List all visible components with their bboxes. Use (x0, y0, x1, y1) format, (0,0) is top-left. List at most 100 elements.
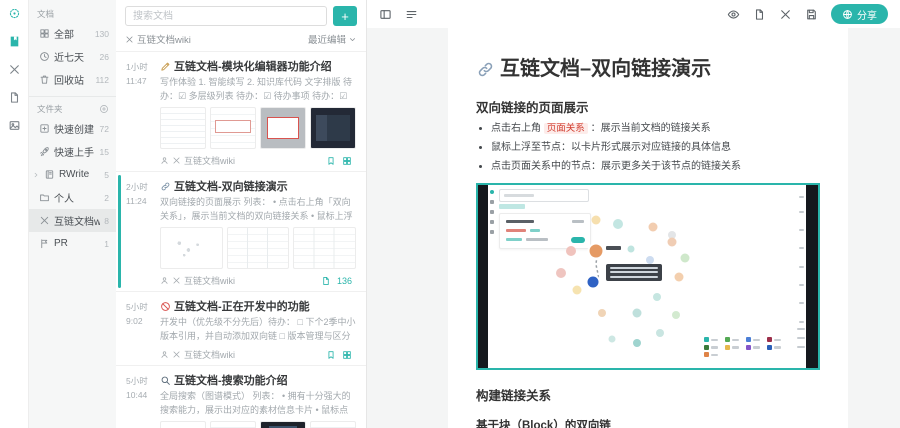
folder-icon (40, 194, 49, 202)
graph-node-faded (627, 245, 635, 253)
card-actions[interactable] (326, 156, 352, 166)
inline-code[interactable]: 页面关系 (543, 123, 588, 134)
rail-tools-button[interactable] (8, 63, 21, 76)
doc-bullet-list: 点击右上角 页面关系 ：展示当前文档的链接关系鼠标上浮至节点：以卡片形式展示对应… (476, 121, 820, 174)
search-icon (161, 376, 170, 385)
sidebar-section-folders-label: 文件夹 (37, 104, 63, 114)
mini-search-box (499, 189, 589, 203)
embedded-screenshot[interactable] (476, 183, 820, 371)
card-snippet: 写作体验 1. 智能续写 2. 知识库代码 文字排版 待办：☑ 多层级列表 待办… (160, 77, 353, 101)
image-icon (9, 121, 19, 130)
graph-node-faded (674, 272, 684, 282)
graph-node-faded (652, 292, 661, 301)
card-title: 互链文档-搜索功能介绍 (160, 372, 356, 388)
page-icon (10, 92, 18, 103)
page-icon[interactable] (321, 276, 331, 286)
rail-page-button[interactable] (8, 91, 21, 104)
sidebar-item-全部[interactable]: 全部 130 (29, 22, 116, 45)
flag-icon (41, 239, 48, 249)
legend-item (745, 344, 760, 350)
person-icon (161, 157, 168, 164)
topbar-outline-button[interactable] (405, 8, 418, 21)
card-space-label: 互链文档wiki (184, 156, 235, 166)
graph-node-faded (591, 215, 601, 225)
sidebar-divider (29, 96, 116, 97)
person-icon (161, 351, 168, 358)
sidebar-item-PR[interactable]: PR 1 (29, 232, 116, 255)
card-actions[interactable]: 136 (321, 276, 352, 286)
document-card[interactable]: 5小时 10:44 互链文档-搜索功能介绍 全局搜索（图谱模式） 列表： • 拥有… (116, 365, 366, 428)
topbar-save-button[interactable] (805, 8, 818, 21)
eye-icon (727, 9, 740, 19)
graph-node-faded (667, 237, 677, 247)
bookmark-icon[interactable] (326, 156, 336, 166)
document-page: 互链文档–双向链接演示 双向链接的页面展示 点击右上角 页面关系 ：展示当前文档… (448, 28, 848, 428)
card-thumbnails (160, 107, 356, 149)
sidebar-item-近七天[interactable]: 近七天 26 (29, 45, 116, 68)
card-thumbnails (160, 227, 357, 269)
share-button[interactable]: 分享 (831, 4, 888, 24)
rocket-icon (40, 147, 49, 157)
bookmark-icon[interactable] (326, 350, 336, 360)
graph-node-faded (632, 308, 642, 318)
sort-label: 最近编辑 (307, 35, 346, 46)
sidebar-item-RWrite[interactable]: RWrite 5 (29, 163, 116, 186)
graph-node-faded (608, 335, 616, 343)
thumbnail-dark (310, 107, 356, 149)
ban-icon (161, 301, 170, 311)
graph-node-faded (572, 285, 582, 295)
sidebar-item-count: 130 (94, 28, 109, 39)
document-card[interactable]: 2小时 11:24 互链文档-双向链接演示 双向链接的页面展示 列表： • 点击右… (116, 171, 366, 291)
graph-node-target[interactable] (587, 276, 599, 288)
sidebar-item-label: 个人 (54, 194, 74, 205)
sidebar-item-回收站[interactable]: 回收站 112 (29, 68, 116, 91)
bullet-text: 鼠标上浮至节点：以卡片形式展示对应链接的具体信息 (491, 142, 731, 154)
card-space-label: 互链文档wiki (184, 276, 235, 286)
graph-node-faded (633, 338, 642, 347)
search-input[interactable] (125, 6, 327, 26)
sort-dropdown[interactable]: 最近编辑 (308, 32, 357, 46)
graph-node-faded (598, 309, 607, 318)
card-space: 互链文档wiki (160, 348, 322, 361)
topbar-eye-button[interactable] (727, 8, 740, 21)
sidebar-item-label: 近七天 (54, 53, 84, 64)
topbar-tools-button[interactable] (779, 8, 792, 21)
rail-image-button[interactable] (8, 119, 21, 132)
caret-right-icon (34, 172, 38, 177)
sidebar-item-快速创建[interactable]: 快速创建 72 (29, 117, 116, 140)
thumbnail-doc (160, 107, 206, 149)
card-title-text: 互链文档-模块化编辑器功能介绍 (174, 61, 332, 73)
sidebar-item-count: 8 (104, 215, 109, 226)
card-title-text: 互链文档-双向链接演示 (174, 181, 288, 193)
topbar-page-button[interactable] (753, 8, 766, 21)
sidebar-item-互链文档wiki[interactable]: 互链文档wiki 8 (29, 209, 116, 232)
graph-node-faded (556, 268, 567, 279)
document-card[interactable]: 5小时 9:02 互链文档-正在开发中的功能 开发中（优先级不分先后）待办： □ … (116, 291, 366, 365)
sidebar-item-个人[interactable]: 个人 2 (29, 186, 116, 209)
graph-node-faded (680, 253, 690, 263)
add-document-button[interactable]: + (333, 6, 357, 26)
doc-bullet: 点击右上角 页面关系 ：展示当前文档的链接关系 (491, 121, 820, 136)
sidebar-item-快速上手[interactable]: 快速上手 15 (29, 140, 116, 163)
thumbnail-doc (310, 421, 356, 428)
tools-icon (40, 216, 49, 225)
filter-row: 互链文档wiki 最近编辑 (116, 29, 366, 51)
legend-item (724, 344, 739, 350)
main-area: 分享 互链文档–双向链接演示 双向链接的页面展示 点击右上角 页面关系 ：展示当… (367, 0, 900, 428)
link-icon (478, 62, 493, 76)
card-actions[interactable] (326, 350, 352, 360)
bullet-text: 点击右上角 (491, 123, 544, 134)
rail-logo-button[interactable] (8, 7, 21, 20)
grid-icon[interactable] (342, 350, 352, 360)
sidebar-item-count: 26 (99, 51, 109, 62)
sidebar-item-count: 5 (104, 169, 109, 180)
screenshot-left-bar (478, 185, 488, 369)
graph-node-source[interactable] (589, 244, 603, 258)
add-folder-icon[interactable] (99, 104, 109, 114)
topbar-panel-left-button[interactable] (379, 8, 392, 21)
grid-icon[interactable] (342, 156, 352, 166)
document-card[interactable]: 1小时 11:47 互链文档-模块化编辑器功能介绍 写作体验 1. 智能续写 2.… (116, 51, 366, 171)
legend-item (766, 344, 781, 350)
rail-book-button[interactable] (8, 35, 21, 48)
document-cards: 1小时 11:47 互链文档-模块化编辑器功能介绍 写作体验 1. 智能续写 2.… (116, 51, 366, 428)
